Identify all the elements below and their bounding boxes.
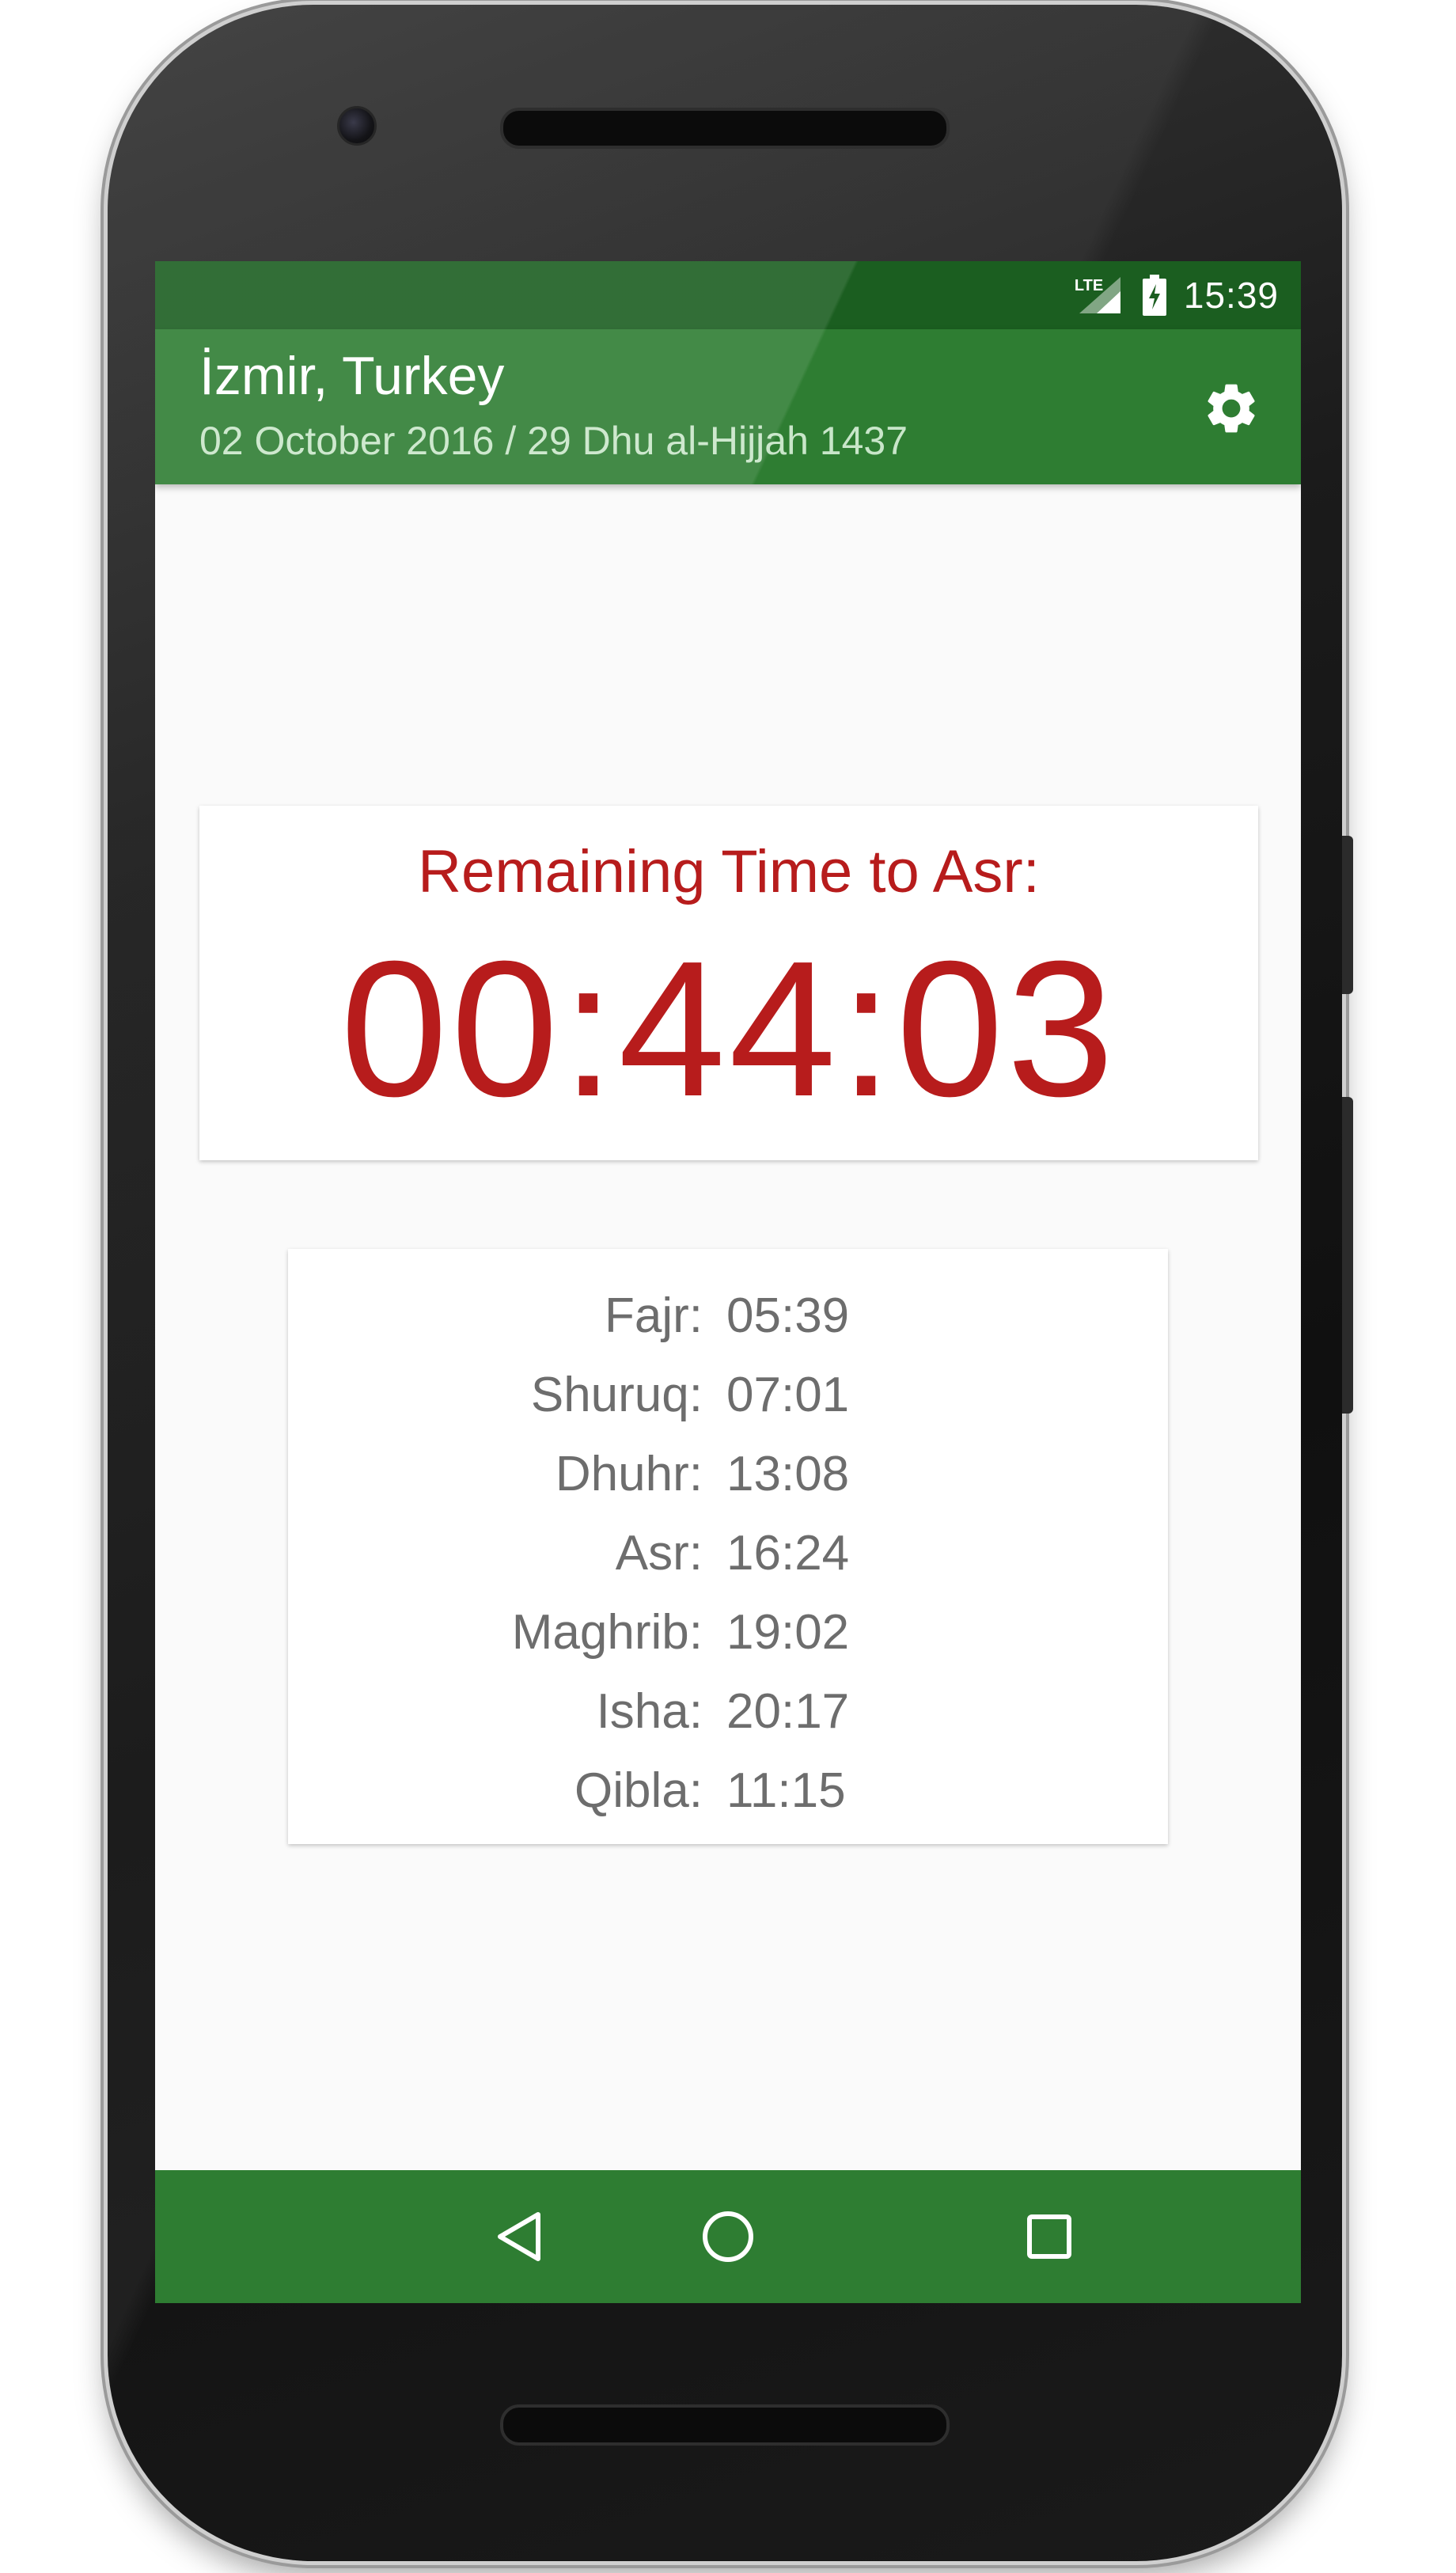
navigation-bar	[155, 2170, 1301, 2303]
earpiece-speaker	[500, 108, 950, 149]
settings-button[interactable]	[1193, 370, 1269, 446]
prayer-name: Fajr:	[605, 1288, 703, 1343]
app-bar: İzmir, Turkey 02 October 2016 / 29 Dhu a…	[155, 329, 1301, 484]
recents-square-icon	[1027, 2214, 1071, 2259]
prayer-time: 16:24	[726, 1525, 850, 1581]
status-icons: LTE 15:39	[1073, 261, 1279, 329]
recents-button[interactable]	[1010, 2197, 1089, 2276]
prayer-row-dhuhr: Dhuhr: 13:08	[288, 1434, 1168, 1513]
back-triangle-icon	[498, 2212, 540, 2261]
prayer-name: Qibla:	[574, 1763, 703, 1818]
date-subtitle: 02 October 2016 / 29 Dhu al-Hijjah 1437	[199, 419, 908, 463]
prayer-row-isha: Isha: 20:17	[288, 1672, 1168, 1751]
home-circle-icon	[703, 2211, 753, 2262]
prayer-row-asr: Asr: 16:24	[288, 1513, 1168, 1592]
prayer-row-fajr: Fajr: 05:39	[288, 1276, 1168, 1355]
prayer-name: Dhuhr:	[555, 1446, 703, 1501]
prayer-name: Asr:	[615, 1525, 703, 1581]
countdown-label: Remaining Time to Asr:	[418, 838, 1040, 905]
lte-signal-icon: LTE	[1073, 274, 1125, 317]
prayer-row-shuruq: Shuruq: 07:01	[288, 1355, 1168, 1434]
prayer-row-maghrib: Maghrib: 19:02	[288, 1592, 1168, 1672]
volume-button	[1342, 1097, 1353, 1414]
prayer-time: 07:01	[726, 1367, 850, 1422]
status-clock: 15:39	[1183, 275, 1279, 316]
prayer-time: 11:15	[726, 1763, 846, 1818]
gear-icon	[1208, 384, 1255, 433]
prayer-row-qibla: Qibla: 11:15	[288, 1751, 1168, 1830]
front-camera	[337, 106, 377, 146]
status-bar: LTE 15:39	[155, 261, 1301, 329]
countdown-card: Remaining Time to Asr: 00:44:03	[199, 806, 1258, 1160]
prayer-times-list: Fajr: 05:39 Shuruq: 07:01 Dhuhr: 13:08 A…	[288, 1276, 1168, 1830]
home-button[interactable]	[688, 2197, 768, 2276]
prayer-time: 19:02	[726, 1604, 850, 1660]
bottom-speaker	[500, 2404, 950, 2446]
prayer-name: Maghrib:	[511, 1604, 703, 1660]
prayer-time: 20:17	[726, 1683, 850, 1739]
prayer-time: 05:39	[726, 1288, 850, 1343]
screen: LTE 15:39 İzmir, Turkey 02 October 2016 …	[155, 261, 1301, 2303]
prayer-name: Shuruq:	[530, 1367, 703, 1422]
prayer-time: 13:08	[726, 1446, 850, 1501]
countdown-value: 00:44:03	[340, 920, 1117, 1137]
network-label: LTE	[1074, 277, 1104, 294]
power-button	[1342, 836, 1353, 994]
battery-charging-icon	[1142, 275, 1166, 316]
location-title: İzmir, Turkey	[199, 346, 505, 406]
prayer-name: Isha:	[596, 1683, 703, 1739]
back-button[interactable]	[480, 2197, 559, 2276]
prayer-times-card: Fajr: 05:39 Shuruq: 07:01 Dhuhr: 13:08 A…	[288, 1249, 1168, 1844]
